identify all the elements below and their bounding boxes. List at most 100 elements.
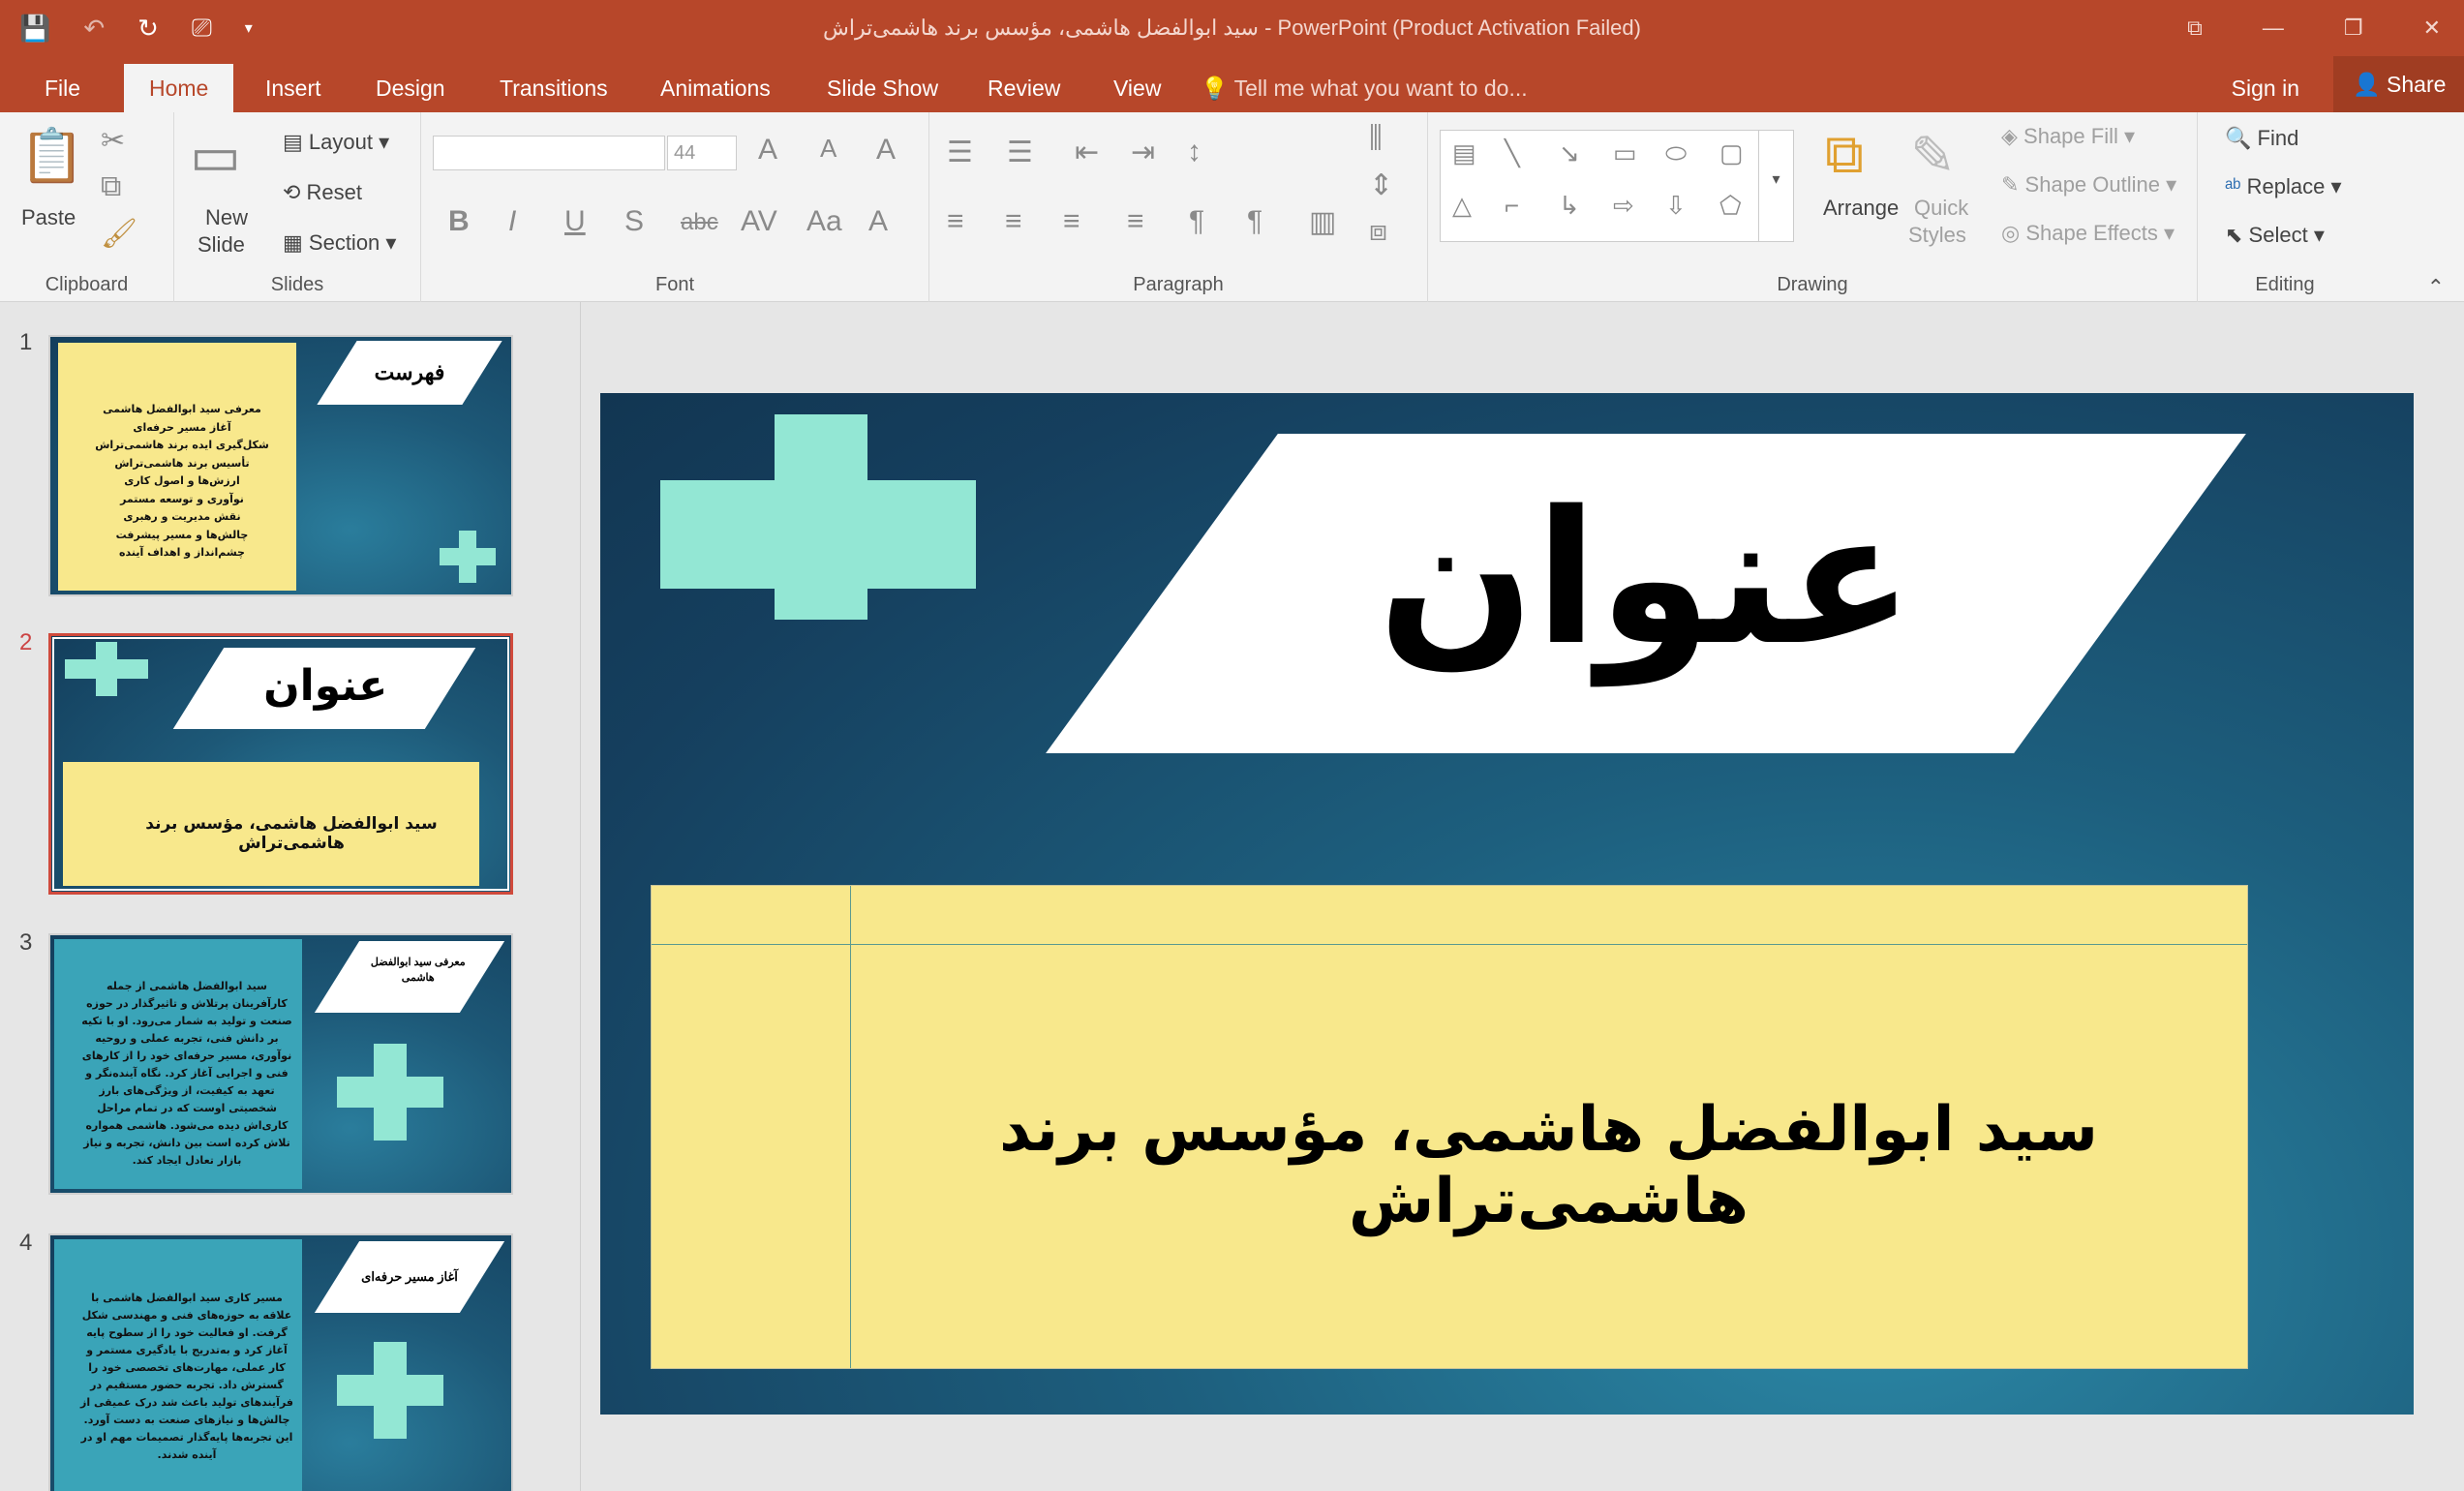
plus-shape xyxy=(337,1342,443,1439)
tab-insert[interactable]: Insert xyxy=(240,64,347,112)
rtl-icon[interactable]: ¶ xyxy=(1247,205,1262,238)
ribbon-display-icon[interactable]: ⧉ xyxy=(2187,15,2203,41)
share-button[interactable]: 👤 Share xyxy=(2333,56,2464,112)
clear-format-icon[interactable]: A xyxy=(876,134,896,167)
tab-review[interactable]: Review xyxy=(962,64,1085,112)
shape-effects-button[interactable]: ◎ Shape Effects ▾ xyxy=(2001,221,2175,246)
arrange-icon[interactable]: ⧉ xyxy=(1825,122,1864,187)
ribbon: 📋 Paste ✂ ⧉ 🖌 Clipboard ▭ New Slide ▤ La… xyxy=(0,112,2464,302)
subtitle-placeholder[interactable]: سید ابوالفضل هاشمی، مؤسس برند هاشمی‌تراش xyxy=(651,885,2248,1369)
align-right-icon[interactable]: ≡ xyxy=(1063,205,1080,238)
slide-title[interactable]: عنوان xyxy=(1162,434,2130,753)
toc-item: معرفی سید ابوالفضل هاشمی xyxy=(103,403,261,415)
new-slide-label2[interactable]: Slide xyxy=(198,232,245,258)
new-slide-label[interactable]: New xyxy=(205,205,248,230)
slide-thumbnail-3[interactable]: سید ابوالفضل هاشمی از جمله کارآفرینان پر… xyxy=(48,933,513,1195)
align-text-icon[interactable]: ⇕ xyxy=(1369,168,1393,202)
quick-styles-label[interactable]: Quick xyxy=(1914,196,1968,221)
down-arrow-shape-icon[interactable]: ⇩ xyxy=(1665,191,1687,221)
smartart-icon[interactable]: ⧈ xyxy=(1369,215,1387,248)
paragraph-label: Paragraph xyxy=(1133,274,1224,295)
ltr-icon[interactable]: ¶ xyxy=(1189,205,1204,238)
tab-view[interactable]: View xyxy=(1088,64,1186,112)
triangle-shape-icon[interactable]: △ xyxy=(1452,191,1472,221)
tab-design[interactable]: Design xyxy=(350,64,471,112)
close-icon[interactable]: ✕ xyxy=(2423,15,2441,41)
text-direction-icon[interactable]: ⫼ xyxy=(1369,122,1383,155)
section-button[interactable]: ▦ Section ▾ xyxy=(283,230,396,256)
maximize-icon[interactable]: ❐ xyxy=(2344,15,2363,41)
char-spacing-icon[interactable]: AV xyxy=(741,205,777,238)
elbow-connector-shape-icon[interactable]: ⌐ xyxy=(1505,191,1519,221)
slide-thumbnail-4[interactable]: مسیر کاری سید ابوالفضل هاشمی با علاقه به… xyxy=(48,1233,513,1491)
increase-indent-icon[interactable]: ⇥ xyxy=(1131,136,1155,169)
paste-button[interactable]: Paste xyxy=(21,205,76,230)
slide-number: 3 xyxy=(19,929,33,956)
find-button[interactable]: 🔍 Find xyxy=(2225,126,2298,151)
arrow-line-shape-icon[interactable]: ↘ xyxy=(1559,138,1580,168)
italic-icon[interactable]: I xyxy=(508,205,516,238)
line-spacing-icon[interactable]: ↕ xyxy=(1187,136,1202,168)
oval-shape-icon[interactable]: ⬭ xyxy=(1665,138,1687,169)
font-color-icon[interactable]: A xyxy=(868,205,888,238)
freeform-shape-icon[interactable]: ⬠ xyxy=(1719,191,1742,221)
shadow-icon[interactable]: S xyxy=(624,205,644,238)
rectangle-shape-icon[interactable]: ▭ xyxy=(1613,138,1637,168)
underline-icon[interactable]: U xyxy=(564,205,586,238)
tab-home[interactable]: Home xyxy=(124,64,234,112)
change-case-icon[interactable]: Aa xyxy=(806,205,842,238)
tab-animations[interactable]: Animations xyxy=(635,64,796,112)
tell-me-box[interactable]: 💡 Tell me what you want to do... xyxy=(1201,64,1528,112)
align-left-icon[interactable]: ≡ xyxy=(947,205,964,238)
font-name-input[interactable] xyxy=(433,136,665,170)
rounded-rect-shape-icon[interactable]: ▢ xyxy=(1719,138,1744,168)
slide-canvas[interactable]: عنوان سید ابوالفضل هاشمی، مؤسس برند هاشم… xyxy=(600,393,2414,1415)
slide-thumbnail-1[interactable]: معرفی سید ابوالفضل هاشمی آغاز مسیر حرفه‌… xyxy=(48,335,513,596)
gallery-more-icon[interactable]: ▾ xyxy=(1758,131,1793,241)
tab-transitions[interactable]: Transitions xyxy=(474,64,633,112)
grow-font-icon[interactable]: A xyxy=(758,134,777,167)
right-arrow-shape-icon[interactable]: ⇨ xyxy=(1613,191,1634,221)
paste-icon[interactable]: 📋 xyxy=(19,126,84,187)
new-slide-icon[interactable]: ▭ xyxy=(190,124,241,188)
plus-shape[interactable] xyxy=(660,414,976,620)
bullets-icon[interactable]: ☰ xyxy=(947,136,973,169)
title-placeholder[interactable]: عنوان xyxy=(1046,434,2246,753)
cut-icon[interactable]: ✂ xyxy=(101,124,125,158)
shape-fill-button[interactable]: ◈ Shape Fill ▾ xyxy=(2001,124,2135,149)
tab-slide-show[interactable]: Slide Show xyxy=(802,64,963,112)
strikethrough-icon[interactable]: abc xyxy=(681,209,718,236)
quick-styles-icon[interactable]: ✎ xyxy=(1910,124,1956,188)
arrange-button[interactable]: Arrange xyxy=(1823,196,1899,221)
format-painter-icon[interactable]: 🖌 xyxy=(101,217,137,251)
align-center-icon[interactable]: ≡ xyxy=(1005,205,1022,238)
drawing-group: ▤ ╲ ↘ ▭ ⬭ ▢ △ ⌐ ↳ ⇨ ⇩ ⬠ ▾ ⧉ Arrange ✎ Qu… xyxy=(1428,112,2198,302)
tab-file[interactable]: File xyxy=(19,64,106,112)
reset-button[interactable]: ⟲ Reset xyxy=(283,180,362,205)
elbow-arrow-shape-icon[interactable]: ↳ xyxy=(1559,191,1580,221)
shape-outline-button[interactable]: ✎ Shape Outline ▾ xyxy=(2001,172,2176,198)
slide-subtitle[interactable]: سید ابوالفضل هاشمی، مؤسس برند هاشمی‌تراش xyxy=(850,1094,2247,1237)
minimize-icon[interactable]: — xyxy=(2263,15,2284,41)
decrease-indent-icon[interactable]: ⇤ xyxy=(1075,136,1099,169)
line-shape-icon[interactable]: ╲ xyxy=(1505,138,1520,168)
columns-icon[interactable]: ▥ xyxy=(1309,205,1336,239)
layout-button[interactable]: ▤ Layout ▾ xyxy=(283,130,389,155)
collapse-ribbon-icon[interactable]: ⌃ xyxy=(2427,275,2445,300)
layout-icon: ▤ xyxy=(283,130,309,154)
slide-thumbnail-2[interactable]: عنوان سید ابوالفضل هاشمی، مؤسس برند هاشم… xyxy=(48,633,513,895)
shrink-font-icon[interactable]: A xyxy=(820,134,837,164)
bold-icon[interactable]: B xyxy=(448,205,470,238)
slide-thumbnails-pane[interactable]: 1 معرفی سید ابوالفضل هاشمی آغاز مسیر حرف… xyxy=(0,302,581,1491)
sign-in-link[interactable]: Sign in xyxy=(2232,64,2299,112)
copy-icon[interactable]: ⧉ xyxy=(101,170,121,203)
shape-fill-label: Shape Fill xyxy=(2023,124,2118,148)
font-size-input[interactable]: 44 xyxy=(667,136,737,170)
quick-styles-label2[interactable]: Styles xyxy=(1908,223,1966,248)
justify-icon[interactable]: ≡ xyxy=(1127,205,1144,238)
replace-button[interactable]: ᵃᵇ Replace ▾ xyxy=(2225,174,2341,199)
shapes-gallery[interactable]: ▤ ╲ ↘ ▭ ⬭ ▢ △ ⌐ ↳ ⇨ ⇩ ⬠ ▾ xyxy=(1440,130,1794,242)
numbering-icon[interactable]: ☰ xyxy=(1007,136,1033,169)
textbox-shape-icon[interactable]: ▤ xyxy=(1452,138,1476,168)
select-button[interactable]: ⬉ Select ▾ xyxy=(2225,223,2325,248)
